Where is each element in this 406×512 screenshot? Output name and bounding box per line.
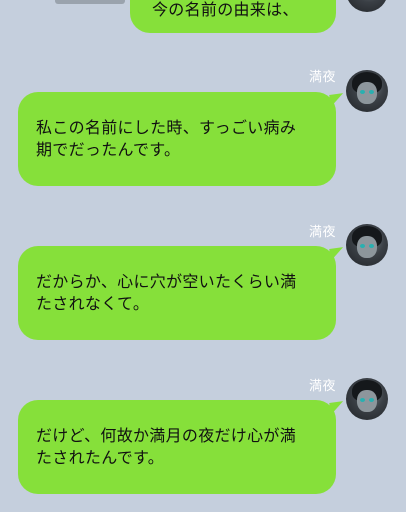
message-bubble[interactable]: だけど、何故か満月の夜だけ心が満 たされたんです。 [18, 400, 336, 494]
message-text: 私この名前にした時、すっごい病み 期でだったんです。 [36, 118, 297, 159]
avatar[interactable] [346, 224, 388, 266]
message-bubble[interactable]: 今の名前の由来は、 [130, 0, 336, 33]
message-bubble[interactable]: だからか、心に穴が空いたくらい満 たされなくて。 [18, 246, 336, 340]
message-bubble[interactable]: 私この名前にした時、すっごい病み 期でだったんです。 [18, 92, 336, 186]
sender-name: 満夜 [308, 70, 336, 85]
message-text: だけど、何故か満月の夜だけ心が満 たされたんです。 [36, 426, 297, 467]
sender-name: 満夜 [308, 225, 336, 240]
message-text: 今の名前の由来は、 [152, 0, 299, 19]
avatar[interactable] [346, 378, 388, 420]
chat-area: 今の名前の由来は、 満夜 私この名前にした時、すっごい病み 期でだったんです。 … [0, 0, 406, 512]
avatar[interactable] [346, 70, 388, 112]
message-text: だからか、心に穴が空いたくらい満 たされなくて。 [36, 272, 297, 313]
previous-element-edge [55, 0, 125, 4]
avatar[interactable] [346, 0, 388, 12]
sender-name: 満夜 [308, 379, 336, 394]
